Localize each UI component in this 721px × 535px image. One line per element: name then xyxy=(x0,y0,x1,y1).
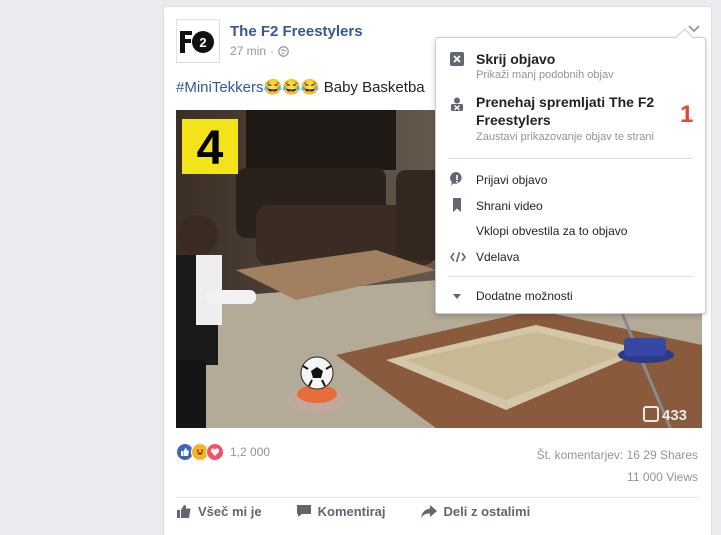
reactions-count: 1,2 000 xyxy=(230,445,271,459)
post-options-menu: Skrij objavo Prikaži manj podobnih objav… xyxy=(435,37,706,314)
comments-count-link[interactable]: Št. komentarjev: 16 xyxy=(537,448,640,462)
actions-divider xyxy=(176,497,699,498)
report-label: Prijavi objavo xyxy=(476,173,548,187)
share-button[interactable]: Deli z ostalimi xyxy=(420,503,531,519)
menu-divider xyxy=(448,276,693,277)
post-actions: Všeč mi je Komentiraj Deli z ostalimi xyxy=(176,503,530,519)
menu-item-report[interactable]: Prijavi objavo xyxy=(436,171,705,191)
post-text: #MiniTekkers😂😂😂 Baby Basketba xyxy=(176,78,425,96)
menu-item-unfollow[interactable]: Prenehaj spremljati The F2 Freestylers Z… xyxy=(436,93,705,149)
share-label: Deli z ostalimi xyxy=(443,503,531,519)
soccer-ball xyxy=(300,356,334,390)
menu-item-embed[interactable]: Vdelava xyxy=(436,248,705,268)
f2-logo-icon: 2 xyxy=(180,31,214,53)
embed-label: Vdelava xyxy=(476,250,520,264)
menu-item-more-options[interactable]: Dodatne možnosti xyxy=(436,287,705,307)
hide-x-icon xyxy=(450,52,464,66)
post-emojis: 😂😂😂 xyxy=(263,79,320,96)
post-body: Baby Basketba xyxy=(319,79,425,96)
menu-divider xyxy=(448,158,693,159)
triangle-down-icon xyxy=(453,294,461,299)
post-timestamp[interactable]: 27 min xyxy=(230,44,266,58)
post-meta: 27 min · xyxy=(230,44,289,58)
badge-number: 4 xyxy=(197,122,224,175)
notifications-label: Vklopi obvestila za to objavo xyxy=(476,224,628,238)
share-arrow-icon xyxy=(420,505,437,518)
video-watermark: 433 xyxy=(662,407,687,424)
unfollow-subtitle: Zaustavi prikazovanje objav te strani xyxy=(476,131,654,143)
like-label: Všeč mi je xyxy=(198,503,262,519)
engagement-stats: Št. komentarjev: 16 29 Shares 11 000 Vie… xyxy=(537,444,698,488)
menu-item-hide-post[interactable]: Skrij objavo Prikaži manj podobnih objav xyxy=(436,50,705,86)
love-reaction-icon xyxy=(206,443,224,461)
bookmark-icon xyxy=(453,198,461,212)
shares-count-link[interactable]: 29 Shares xyxy=(643,448,698,462)
like-button[interactable]: Všeč mi je xyxy=(176,503,262,519)
views-count: 11 000 Views xyxy=(627,470,698,484)
meta-separator: · xyxy=(270,44,275,58)
hide-post-subtitle: Prikaži manj podobnih objav xyxy=(476,69,614,81)
reactions-summary[interactable]: 1,2 000 xyxy=(176,443,270,461)
page-avatar[interactable]: 2 xyxy=(176,19,220,63)
embed-code-icon xyxy=(450,251,466,263)
menu-item-save[interactable]: Shrani video xyxy=(436,197,705,217)
thumbs-up-icon xyxy=(177,505,191,518)
hide-post-title: Skrij objavo xyxy=(476,51,556,67)
globe-icon xyxy=(278,45,289,57)
comment-icon xyxy=(296,505,311,517)
comment-button[interactable]: Komentiraj xyxy=(296,503,386,519)
unfollow-title: Prenehaj spremljati The F2 Freestylers xyxy=(476,94,655,128)
hashtag-link[interactable]: #MiniTekkers xyxy=(176,79,264,96)
page-name-link[interactable]: The F2 Freestylers xyxy=(230,23,363,40)
save-label: Shrani video xyxy=(476,199,543,213)
annotation-marker: 1 xyxy=(680,101,694,128)
report-icon xyxy=(450,172,462,186)
svg-text:2: 2 xyxy=(199,35,206,50)
more-options-label: Dodatne možnosti xyxy=(476,289,573,303)
unfollow-icon xyxy=(451,97,463,111)
menu-item-notifications[interactable]: Vklopi obvestila za to objavo xyxy=(436,222,705,242)
comment-label: Komentiraj xyxy=(317,503,386,519)
